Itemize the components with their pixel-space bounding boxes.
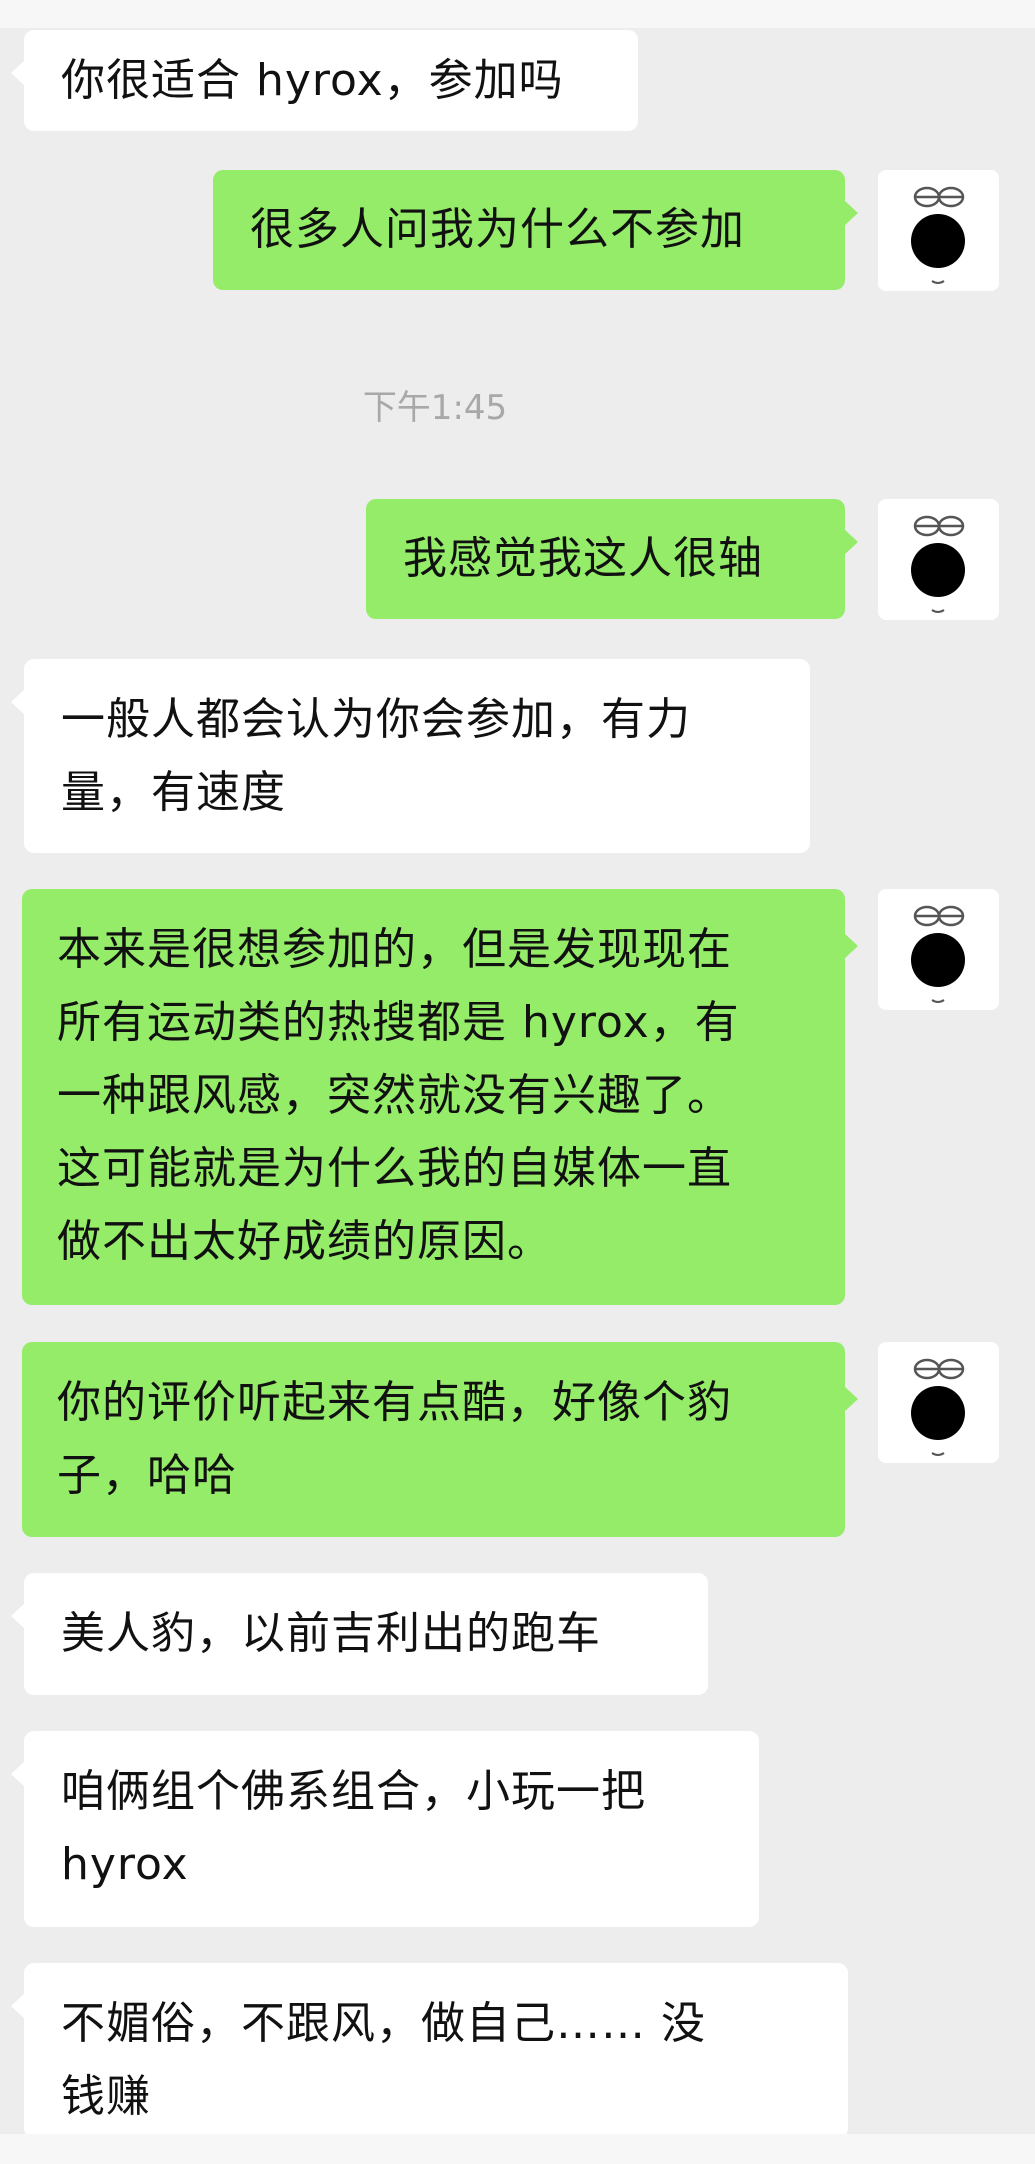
outgoing-message-bubble[interactable]: 你的评价听起来有点酷，好像个豹 子，哈哈 [22,1342,858,1537]
incoming-message-bubble[interactable]: 你很适合 hyrox，参加吗 [11,30,638,131]
incoming-message-bubble[interactable]: 咱俩组个佛系组合，小玩一把 hyrox [11,1731,759,1927]
outgoing-message-bubble[interactable]: 本来是很想参加的，但是发现现在 所有运动类的热搜都是 hyrox，有 一种跟风感… [22,889,858,1305]
chat-timestamp: 下午1:45 [362,388,508,428]
incoming-message-bubble[interactable]: 美人豹，以前吉利出的跑车 [11,1573,708,1695]
sleepy-face-avatar-icon [911,515,965,613]
self-avatar[interactable] [878,889,999,1010]
self-avatar[interactable] [878,499,999,620]
incoming-message-bubble[interactable]: 不媚俗，不跟风，做自己…… 没 钱赚 [11,1963,848,2138]
self-avatar[interactable] [878,1342,999,1463]
sleepy-face-avatar-icon [911,186,965,284]
bottom-edge [0,2134,1035,2164]
outgoing-message-bubble[interactable]: 很多人问我为什么不参加 [213,170,858,290]
top-edge [0,0,1035,28]
outgoing-message-bubble[interactable]: 我感觉我这人很轴 [366,499,858,619]
sleepy-face-avatar-icon [911,1358,965,1456]
self-avatar[interactable] [878,170,999,291]
incoming-message-bubble[interactable]: 一般人都会认为你会参加，有力 量，有速度 [11,659,810,853]
sleepy-face-avatar-icon [911,905,965,1003]
